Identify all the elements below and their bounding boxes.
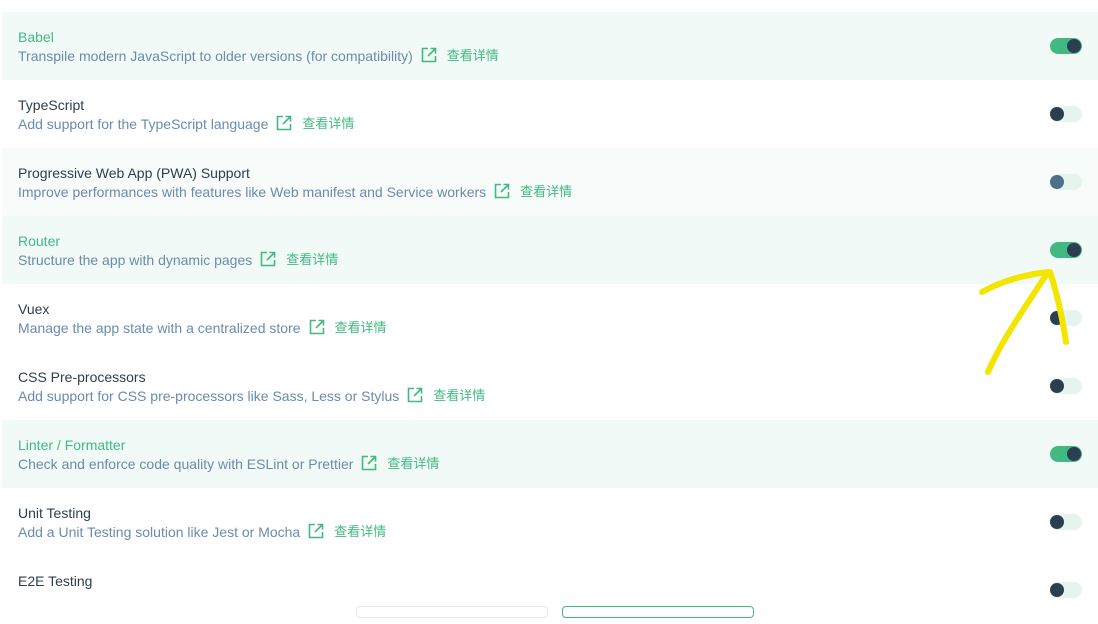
external-link-icon[interactable] [407,387,423,403]
feature-description: Structure the app with dynamic pages [18,252,253,268]
view-details-link[interactable]: 查看详情 [447,47,499,66]
external-link-icon[interactable] [308,523,324,539]
feature-description: Add a Unit Testing solution like Jest or… [18,524,301,540]
feature-description: Add support for the TypeScript language [18,116,269,132]
feature-list: Babel Transpile modern JavaScript to old… [2,12,1098,624]
feature-description: Add support for CSS pre-processors like … [18,388,400,404]
feature-name: TypeScript [18,97,85,113]
toggle-knob [1067,39,1081,53]
external-link-icon[interactable] [309,319,325,335]
feature-row-pwa[interactable]: Progressive Web App (PWA) Support Improv… [2,148,1098,216]
toggle-knob [1050,379,1064,393]
feature-toggle-vuex[interactable] [1050,310,1082,326]
toggle-knob [1050,107,1064,121]
view-details-link[interactable]: 查看详情 [433,387,485,406]
feature-description: Check and enforce code quality with ESLi… [18,456,354,472]
feature-row-vuex[interactable]: Vuex Manage the app state with a central… [2,284,1098,352]
feature-description-line: Improve performances with features like … [18,183,1082,202]
feature-toggle-typescript[interactable] [1050,106,1082,122]
feature-toggle-pwa[interactable] [1050,174,1082,190]
feature-row-typescript[interactable]: TypeScript Add support for the TypeScrip… [2,80,1098,148]
feature-description-line: Add a Unit Testing solution like Jest or… [18,523,1082,542]
external-link-icon[interactable] [421,47,437,63]
view-details-link[interactable]: 查看详情 [520,183,572,202]
feature-description-line: Manage the app state with a centralized … [18,319,1082,338]
feature-toggle-unit-testing[interactable] [1050,514,1082,530]
feature-name: Babel [18,29,54,45]
view-details-link[interactable]: 查看详情 [387,455,439,474]
feature-toggle-linter[interactable] [1050,446,1082,462]
feature-toggle-e2e-testing[interactable] [1050,582,1082,598]
external-link-icon[interactable] [494,183,510,199]
bottom-secondary-button[interactable] [356,606,548,618]
feature-row-linter[interactable]: Linter / Formatter Check and enforce cod… [2,420,1098,488]
feature-description: Transpile modern JavaScript to older ver… [18,48,413,64]
toggle-knob [1050,515,1064,529]
view-details-link[interactable]: 查看详情 [335,319,387,338]
feature-name: CSS Pre-processors [18,369,146,385]
feature-toggle-router[interactable] [1050,242,1082,258]
feature-description-line: Add support for CSS pre-processors like … [18,387,1082,406]
feature-name: Progressive Web App (PWA) Support [18,165,250,181]
feature-description: Manage the app state with a centralized … [18,320,301,336]
feature-toggle-css-preprocessors[interactable] [1050,378,1082,394]
feature-row-babel[interactable]: Babel Transpile modern JavaScript to old… [2,12,1098,80]
feature-description-line: Add support for the TypeScript language … [18,115,1082,134]
feature-description-line: Structure the app with dynamic pages 查看详… [18,251,1082,270]
view-details-link[interactable]: 查看详情 [302,115,354,134]
feature-name: Unit Testing [18,505,91,521]
feature-name: Linter / Formatter [18,437,126,453]
feature-toggle-babel[interactable] [1050,38,1082,54]
feature-row-router[interactable]: Router Structure the app with dynamic pa… [2,216,1098,284]
toggle-knob [1067,447,1081,461]
feature-row-unit-testing[interactable]: Unit Testing Add a Unit Testing solution… [2,488,1098,556]
feature-description-line: Transpile modern JavaScript to older ver… [18,47,1082,66]
feature-description: Improve performances with features like … [18,184,487,200]
view-details-link[interactable]: 查看详情 [334,523,386,542]
feature-description-line: Check and enforce code quality with ESLi… [18,455,1082,474]
external-link-icon[interactable] [276,115,292,131]
feature-name: E2E Testing [18,573,93,589]
external-link-icon[interactable] [361,455,377,471]
toggle-knob [1050,175,1064,189]
view-details-link[interactable]: 查看详情 [286,251,338,270]
bottom-primary-button[interactable] [562,606,754,618]
feature-name: Vuex [18,301,50,317]
feature-name: Router [18,233,61,249]
feature-row-css-preprocessors[interactable]: CSS Pre-processors Add support for CSS p… [2,352,1098,420]
feature-row-e2e-testing[interactable]: E2E Testing [2,556,1098,624]
toggle-knob [1067,243,1081,257]
toggle-knob [1050,583,1064,597]
external-link-icon[interactable] [260,251,276,267]
toggle-knob [1050,311,1064,325]
